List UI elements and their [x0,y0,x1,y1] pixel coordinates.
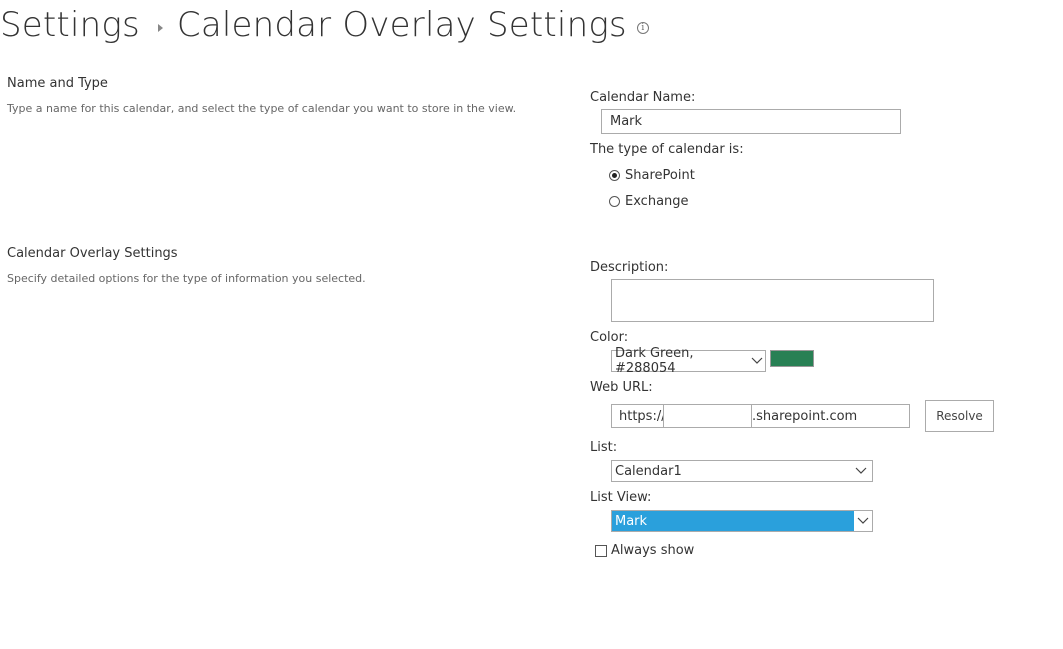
web-url-input[interactable]: https:// .sharepoint.com [611,404,910,428]
list-view-label: List View: [590,490,652,505]
description-textarea[interactable] [611,279,934,322]
always-show-option[interactable]: Always show [595,543,694,558]
info-icon[interactable]: i [636,22,649,34]
list-select-value: Calendar1 [615,463,682,479]
resolve-button[interactable]: Resolve [925,400,994,432]
web-url-label: Web URL: [590,380,653,395]
calendar-name-value: Mark [610,114,643,129]
calendar-name-label: Calendar Name: [590,90,696,105]
radio-exchange-label: Exchange [625,194,689,209]
triangle-right-icon [157,24,163,32]
radio-button-checked[interactable] [609,170,620,181]
always-show-label: Always show [611,543,695,558]
color-label: Color: [590,330,629,345]
list-view-select[interactable]: Mark [611,510,873,532]
calendar-name-input[interactable]: Mark [601,109,901,134]
color-swatch [770,350,814,367]
radio-sharepoint[interactable]: SharePoint [609,168,695,183]
list-select[interactable]: Calendar1 [611,460,873,482]
list-view-select-value: Mark [615,513,648,529]
section-title-overlay: Calendar Overlay Settings [7,246,178,261]
web-url-suffix: .sharepoint.com [752,408,858,424]
section-desc-name-type: Type a name for this calendar, and selec… [7,102,517,115]
calendar-type-label: The type of calendar is: [590,142,744,157]
radio-exchange[interactable]: Exchange [609,194,689,209]
always-show-checkbox[interactable] [595,544,607,557]
section-title-name-type: Name and Type [7,76,108,91]
list-label: List: [590,440,618,455]
radio-sharepoint-label: SharePoint [625,168,695,183]
breadcrumb: Settings Calendar Overlay Settings i [0,0,649,50]
redacted-region [663,405,752,427]
web-url-prefix: https:// [619,408,666,424]
chevron-down-icon [748,351,765,371]
section-desc-overlay: Specify detailed options for the type of… [7,272,366,285]
chevron-down-icon [850,461,872,481]
page-title: Calendar Overlay Settings [176,5,627,45]
description-label: Description: [590,260,669,275]
chevron-down-icon [854,511,872,531]
color-select-value: Dark Green, #288054 [615,346,694,376]
color-select[interactable]: Dark Green, #288054 [611,346,766,376]
radio-button[interactable] [609,196,620,207]
breadcrumb-settings-link[interactable]: Settings [0,5,140,45]
